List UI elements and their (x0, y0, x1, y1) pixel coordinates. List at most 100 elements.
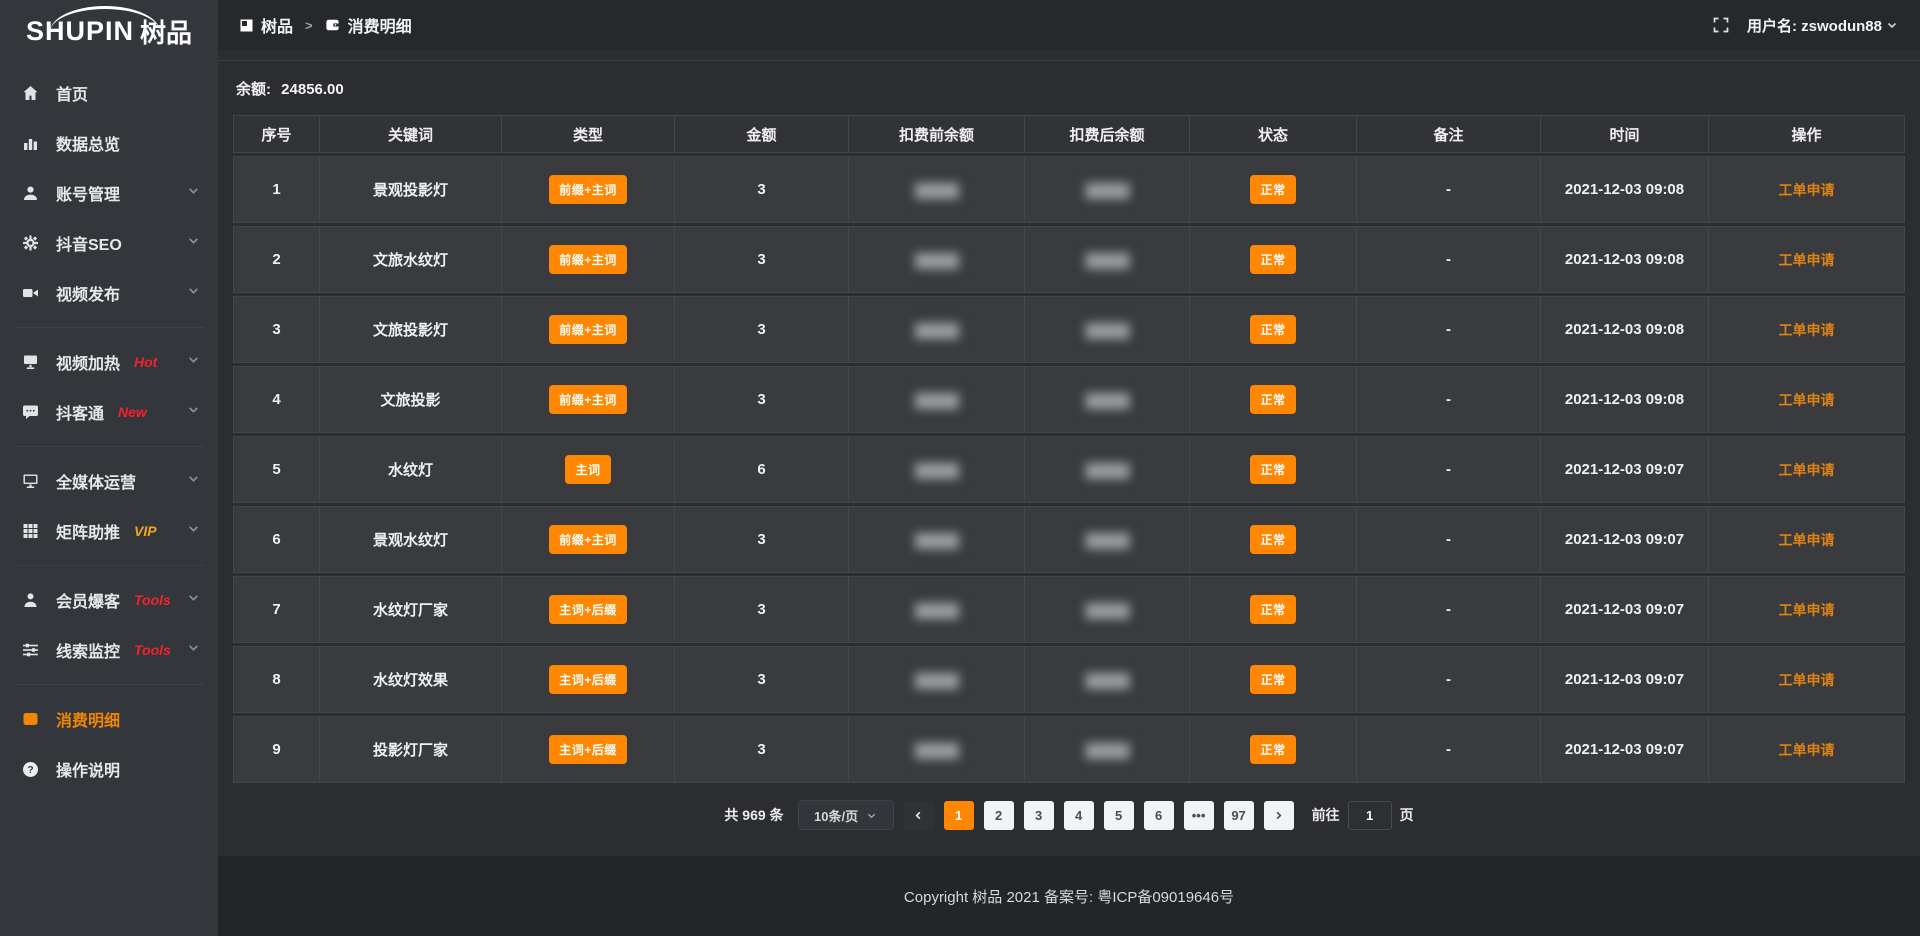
table-row: 6景观水纹灯前缀+主词3▇▇▇▇▇▇▇▇正常-2021-12-03 09:07工… (233, 506, 1905, 573)
work-order-link[interactable]: 工单申请 (1779, 392, 1835, 408)
user-dropdown[interactable]: 用户名: zswodun88 (1747, 15, 1898, 36)
cell-balance-before: ▇▇▇▇ (849, 576, 1025, 643)
grid-icon (22, 522, 42, 540)
sidebar-item-publish[interactable]: 视频发布 (0, 268, 218, 318)
page-ellipsis[interactable]: ••• (1184, 801, 1214, 830)
column-header: 扣费前余额 (849, 115, 1025, 153)
sidebar-item-label: 首页 (56, 81, 88, 105)
sidebar-item-heat[interactable]: 视频加热Hot (0, 337, 218, 387)
sidebar-item-help[interactable]: ?操作说明 (0, 744, 218, 794)
page-button-5[interactable]: 5 (1104, 801, 1134, 830)
sidebar-item-home[interactable]: 首页 (0, 68, 218, 118)
breadcrumb-separator: > (305, 18, 313, 33)
sidebar-item-consume[interactable]: 消费明细 (0, 694, 218, 744)
logo-arc (50, 6, 160, 32)
cell-action: 工单申请 (1709, 506, 1905, 573)
sidebar-menu: 首页数据总览账号管理抖音SEO 视频发布视频加热Hot抖客通New 全媒体运营矩阵助… (0, 62, 218, 794)
cell-note: - (1357, 716, 1541, 783)
column-header: 操作 (1709, 115, 1905, 153)
cell-time: 2021-12-03 09:07 (1541, 506, 1709, 573)
sidebar-item-matrix[interactable]: 矩阵助推VIP (0, 506, 218, 556)
type-badge: 前缀+主词 (549, 385, 627, 414)
display-icon (22, 353, 42, 371)
sidebar-item-member[interactable]: 会员爆客Tools (0, 575, 218, 625)
page-button-97[interactable]: 97 (1224, 801, 1254, 830)
cell-no: 6 (233, 506, 320, 573)
type-badge: 主词+后缀 (549, 665, 627, 694)
page-button-6[interactable]: 6 (1144, 801, 1174, 830)
page-button-1[interactable]: 1 (944, 801, 974, 830)
sidebar-item-label: 抖音SEO (56, 231, 122, 255)
cell-note: - (1357, 296, 1541, 363)
work-order-link[interactable]: 工单申请 (1779, 252, 1835, 268)
redacted-value: ▇▇▇▇ (915, 322, 957, 339)
work-order-link[interactable]: 工单申请 (1779, 742, 1835, 758)
goto-page-input[interactable] (1348, 801, 1392, 830)
work-order-link[interactable]: 工单申请 (1779, 532, 1835, 548)
cell-keyword: 水纹灯 (320, 436, 502, 503)
table-row: 4文旅投影前缀+主词3▇▇▇▇▇▇▇▇正常-2021-12-03 09:08工单… (233, 366, 1905, 433)
page-size-select[interactable]: 10条/页 (798, 800, 894, 830)
page-button-4[interactable]: 4 (1064, 801, 1094, 830)
cell-action: 工单申请 (1709, 366, 1905, 433)
work-order-link[interactable]: 工单申请 (1779, 672, 1835, 688)
sidebar-item-media[interactable]: 全媒体运营 (0, 456, 218, 506)
cell-balance-before: ▇▇▇▇ (849, 436, 1025, 503)
video-icon (22, 284, 42, 302)
sidebar-item-label: 会员爆客 (56, 588, 120, 612)
breadcrumb-item-root[interactable]: 树品 (261, 13, 293, 37)
home-icon (22, 84, 42, 102)
work-order-link[interactable]: 工单申请 (1779, 462, 1835, 478)
footer: Copyright 树品 2021 备案号: 粤ICP备09019646号 (218, 856, 1920, 936)
page-button-3[interactable]: 3 (1024, 801, 1054, 830)
cell-note: - (1357, 506, 1541, 573)
sidebar-item-data[interactable]: 数据总览 (0, 118, 218, 168)
cell-amount: 3 (675, 296, 849, 363)
column-header: 类型 (502, 115, 675, 153)
cell-status: 正常 (1190, 646, 1357, 713)
sidebar-item-seo[interactable]: 抖音SEO (0, 218, 218, 268)
cell-keyword: 投影灯厂家 (320, 716, 502, 783)
type-badge: 前缀+主词 (549, 175, 627, 204)
cell-balance-before: ▇▇▇▇ (849, 716, 1025, 783)
cell-time: 2021-12-03 09:08 (1541, 296, 1709, 363)
topbar-right: 用户名: zswodun88 (1713, 15, 1898, 36)
work-order-link[interactable]: 工单申请 (1779, 182, 1835, 198)
cell-balance-before: ▇▇▇▇ (849, 506, 1025, 573)
work-order-link[interactable]: 工单申请 (1779, 602, 1835, 618)
cell-keyword: 水纹灯效果 (320, 646, 502, 713)
redacted-value: ▇▇▇▇ (1086, 462, 1128, 479)
cell-status: 正常 (1190, 296, 1357, 363)
work-order-link[interactable]: 工单申请 (1779, 322, 1835, 338)
cell-keyword: 文旅投影灯 (320, 296, 502, 363)
cell-no: 7 (233, 576, 320, 643)
prev-page-button[interactable] (904, 801, 934, 830)
cell-keyword: 水纹灯厂家 (320, 576, 502, 643)
goto-suffix: 页 (1400, 805, 1414, 825)
chevron-down-icon (187, 403, 200, 421)
type-badge: 前缀+主词 (549, 315, 627, 344)
fullscreen-icon[interactable] (1713, 17, 1729, 33)
cell-action: 工单申请 (1709, 716, 1905, 783)
chevron-down-icon (187, 641, 200, 659)
cell-keyword: 文旅水纹灯 (320, 226, 502, 293)
cell-note: - (1357, 226, 1541, 293)
table-row: 3文旅投影灯前缀+主词3▇▇▇▇▇▇▇▇正常-2021-12-03 09:08工… (233, 296, 1905, 363)
sidebar-item-account[interactable]: 账号管理 (0, 168, 218, 218)
cell-action: 工单申请 (1709, 576, 1905, 643)
status-badge: 正常 (1250, 455, 1295, 484)
sidebar-item-label: 账号管理 (56, 181, 120, 205)
table-row: 7水纹灯厂家主词+后缀3▇▇▇▇▇▇▇▇正常-2021-12-03 09:07工… (233, 576, 1905, 643)
redacted-value: ▇▇▇▇ (915, 602, 957, 619)
consumption-table: 序号关键词类型金额扣费前余额扣费后余额状态备注时间操作 1景观投影灯前缀+主词3… (233, 112, 1905, 786)
sidebar-item-clues[interactable]: 线索监控Tools (0, 625, 218, 675)
redacted-value: ▇▇▇▇ (1086, 742, 1128, 759)
chevron-down-icon (1886, 19, 1898, 31)
sidebar-item-douketong[interactable]: 抖客通New (0, 387, 218, 437)
cell-type: 前缀+主词 (502, 366, 675, 433)
chevron-down-icon (187, 591, 200, 609)
cell-balance-before: ▇▇▇▇ (849, 646, 1025, 713)
cell-no: 2 (233, 226, 320, 293)
next-page-button[interactable] (1264, 801, 1294, 830)
page-button-2[interactable]: 2 (984, 801, 1014, 830)
